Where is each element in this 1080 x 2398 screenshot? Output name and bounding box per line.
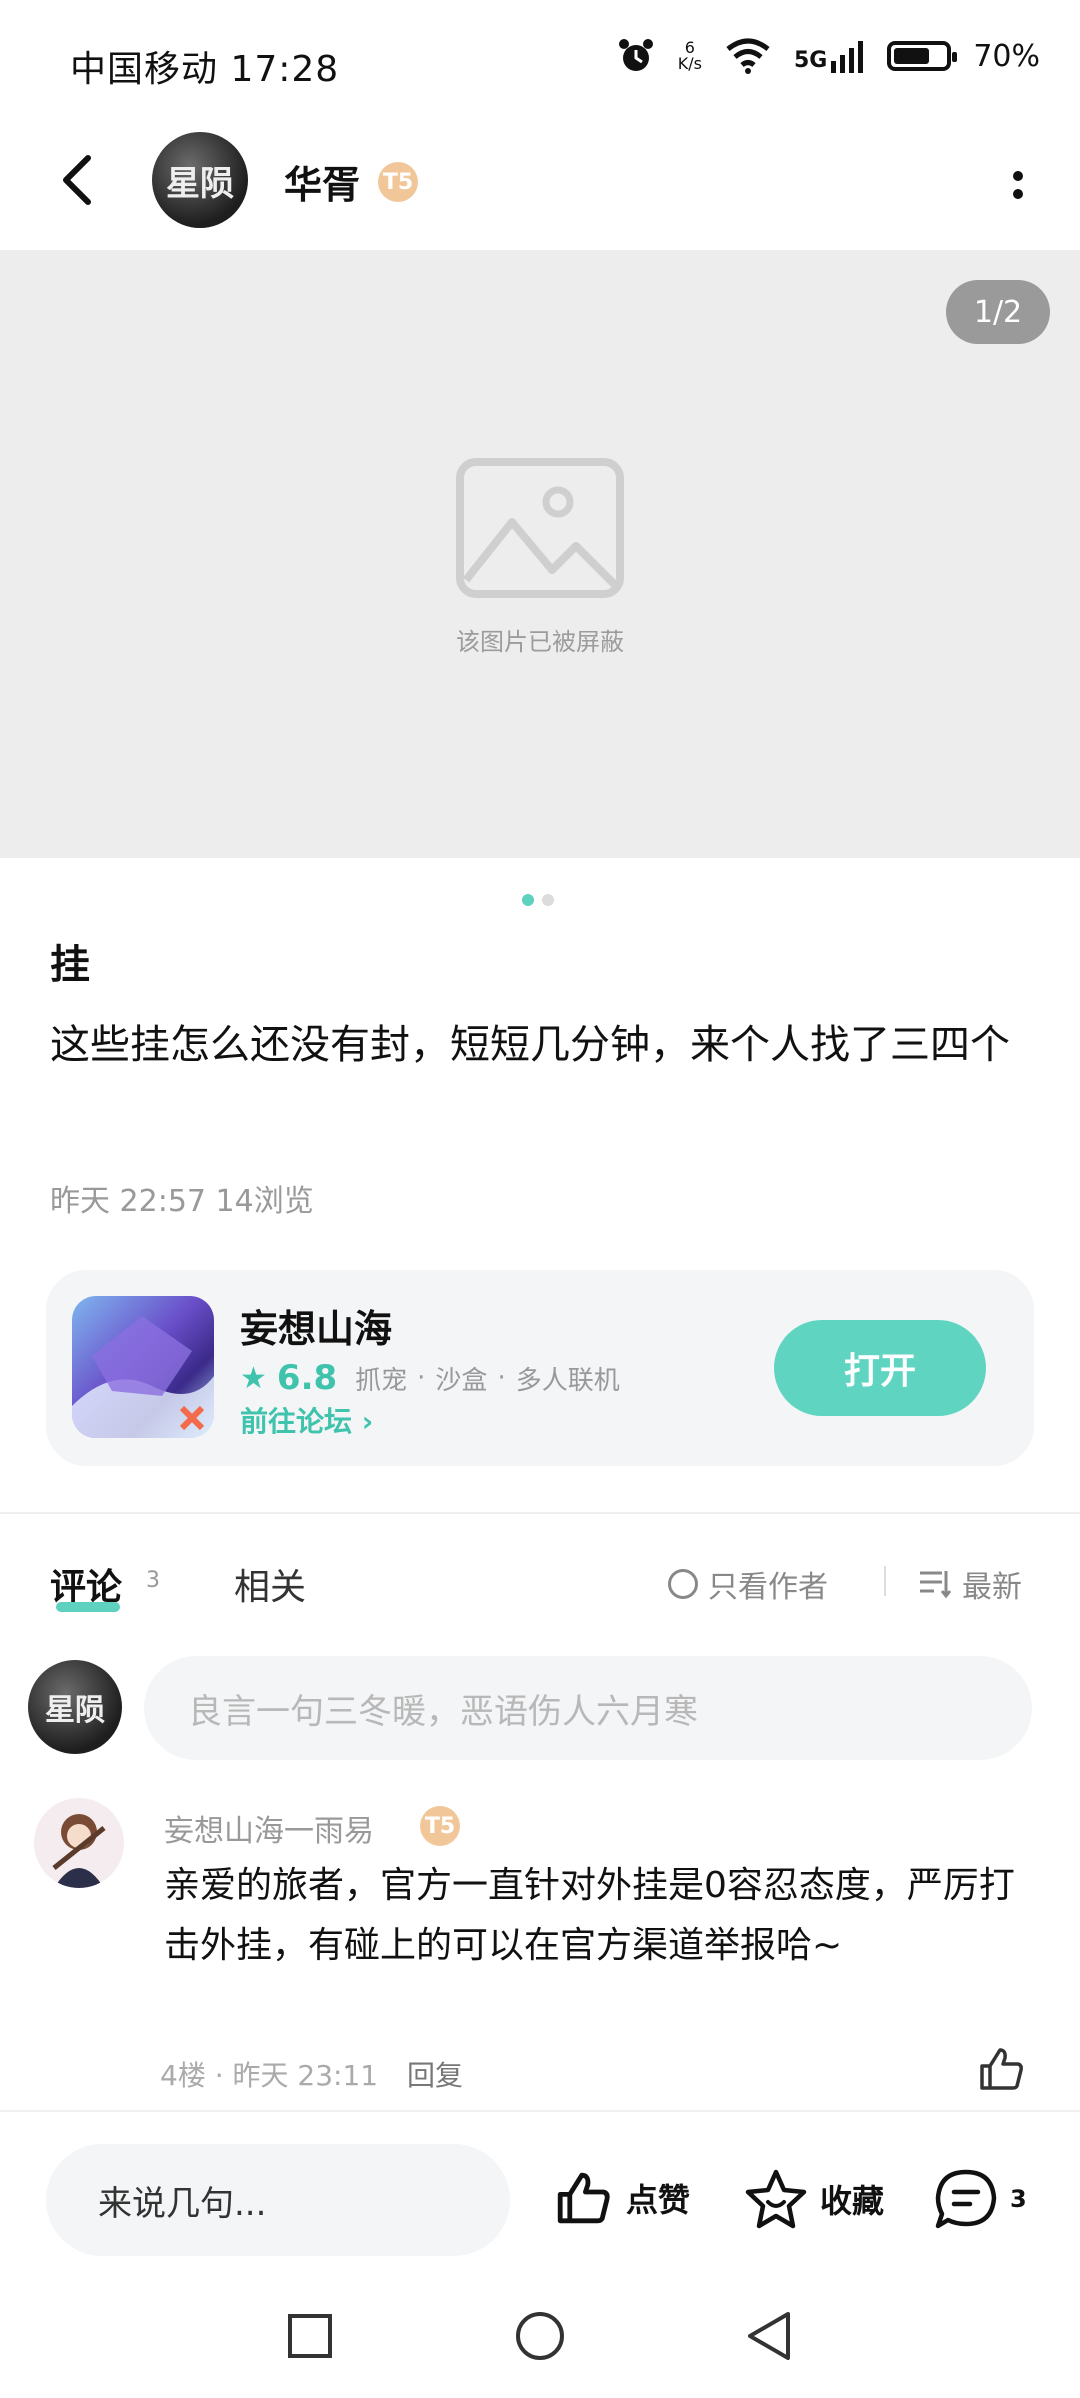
reply-input[interactable]: 来说几句...	[46, 2144, 510, 2256]
image-gallery[interactable]: 1/2 该图片已被屏蔽	[0, 250, 1080, 858]
collect-button[interactable]: 收藏	[744, 2168, 884, 2230]
forum-link-label: 前往论坛	[240, 1405, 353, 1438]
game-info: ★ 6.8 抓宠 · 沙盒 · 多人联机	[240, 1358, 620, 1398]
home-circle-icon[interactable]	[514, 2310, 566, 2362]
commenter-badge: T5	[420, 1806, 460, 1846]
forum-link[interactable]: 前往论坛 ›	[240, 1400, 373, 1440]
sort-icon	[920, 1571, 952, 1599]
open-game-button[interactable]: 打开	[774, 1320, 986, 1416]
status-bar: 中国移动 17:28 6 K/s 5G 70%	[0, 0, 1080, 120]
battery-percent: 70%	[973, 38, 1040, 74]
like-button[interactable]: 点赞	[552, 2168, 690, 2228]
blocked-image-text: 该图片已被屏蔽	[456, 628, 624, 656]
like-label: 点赞	[626, 2181, 691, 2219]
recents-square-icon[interactable]	[286, 2312, 334, 2360]
page-dot-active	[522, 894, 534, 906]
only-author-toggle[interactable]: 只看作者	[668, 1562, 828, 1606]
carrier-time: 中国移动 17:28	[70, 49, 340, 90]
section-divider	[0, 1512, 1080, 1514]
radio-icon	[668, 1569, 698, 1599]
tag-separator: ·	[417, 1363, 426, 1393]
active-tab-indicator	[56, 1602, 120, 1612]
game-icon[interactable]	[72, 1296, 214, 1438]
tab-related[interactable]: 相关	[234, 1558, 306, 1610]
status-icons: 6 K/s 5G 70%	[616, 36, 1040, 76]
comment-button[interactable]: 3	[934, 2168, 1027, 2230]
my-avatar: 星陨	[28, 1660, 122, 1754]
game-tag: 多人联机	[515, 1365, 620, 1396]
comment-like-icon[interactable]	[976, 2044, 1026, 2094]
comment-input[interactable]: 良言一句三冬暖，恶语伤人六月寒	[144, 1656, 1032, 1760]
thumbs-up-icon	[557, 2172, 610, 2224]
collect-label: 收藏	[820, 2182, 885, 2220]
gallery-pagination	[522, 894, 554, 906]
game-name[interactable]: 妄想山海	[240, 1298, 392, 1353]
battery-icon	[887, 41, 958, 71]
game-score: 6.8	[276, 1358, 338, 1398]
wifi-icon	[726, 38, 770, 74]
net-speed-unit: K/s	[677, 54, 702, 73]
page-dot	[542, 894, 554, 906]
sort-label: 最新	[962, 1570, 1022, 1605]
author-avatar[interactable]: 星陨	[152, 132, 248, 228]
commenter-avatar[interactable]	[34, 1798, 124, 1888]
back-triangle-icon[interactable]	[744, 2310, 792, 2362]
alarm-icon	[618, 39, 653, 71]
chevron-right-icon: ›	[361, 1405, 374, 1438]
author-name[interactable]: 华胥	[284, 154, 360, 209]
comment-input-placeholder: 良言一句三冬暖，恶语伤人六月寒	[188, 1691, 698, 1732]
only-author-label: 只看作者	[708, 1570, 828, 1605]
system-nav-bar	[0, 2282, 1080, 2398]
game-card[interactable]: 妄想山海 ★ 6.8 抓宠 · 沙盒 · 多人联机 前往论坛 › 打开	[46, 1270, 1034, 1466]
reply-input-placeholder: 来说几句...	[98, 2183, 267, 2224]
comment-count-label: 3	[1010, 2185, 1027, 2213]
tab-separator	[884, 1566, 886, 1596]
comment-meta: 4楼 · 昨天 23:11 回复	[160, 2054, 463, 2094]
net-speed: 6 K/s	[678, 40, 702, 72]
star-outline-icon	[745, 2169, 807, 2229]
more-options-icon[interactable]	[1006, 160, 1030, 210]
game-tag: 抓宠	[355, 1365, 408, 1396]
comment-floor-time: 4楼 · 昨天 23:11	[160, 2059, 379, 2092]
commenter-name[interactable]: 妄想山海一雨易	[164, 1806, 374, 1850]
comment-text: 亲爱的旅者，官方一直针对外挂是0容忍态度，严厉打击外挂，有碰上的可以在官方渠道举…	[164, 1865, 1015, 1966]
comments-count: 3	[146, 1568, 160, 1593]
image-counter: 1/2	[946, 280, 1050, 344]
reply-button[interactable]: 回复	[407, 2059, 463, 2092]
sort-toggle[interactable]: 最新	[918, 1562, 1022, 1606]
post-meta: 昨天 22:57 14浏览	[50, 1184, 314, 1219]
signal-icon	[831, 41, 864, 73]
tag-separator: ·	[497, 1363, 506, 1393]
comment-bubble-icon	[935, 2169, 997, 2229]
bottom-action-bar: 来说几句... 点赞 收藏 3	[0, 2110, 1080, 2282]
blocked-image-icon	[456, 458, 624, 598]
post-title: 挂	[50, 942, 90, 988]
commenter-name-text: 妄想山海一雨易	[164, 1814, 374, 1849]
post-body: 这些挂怎么还没有封，短短几分钟，来个人找了三四个	[50, 1022, 1010, 1068]
game-tag: 沙盒	[435, 1365, 488, 1396]
post-header: 星陨 华胥 T5	[0, 120, 1080, 250]
star-icon: ★	[240, 1360, 267, 1396]
level-badge: T5	[378, 162, 418, 202]
back-arrow-icon[interactable]	[50, 150, 110, 210]
network-type: 5G	[793, 48, 828, 73]
